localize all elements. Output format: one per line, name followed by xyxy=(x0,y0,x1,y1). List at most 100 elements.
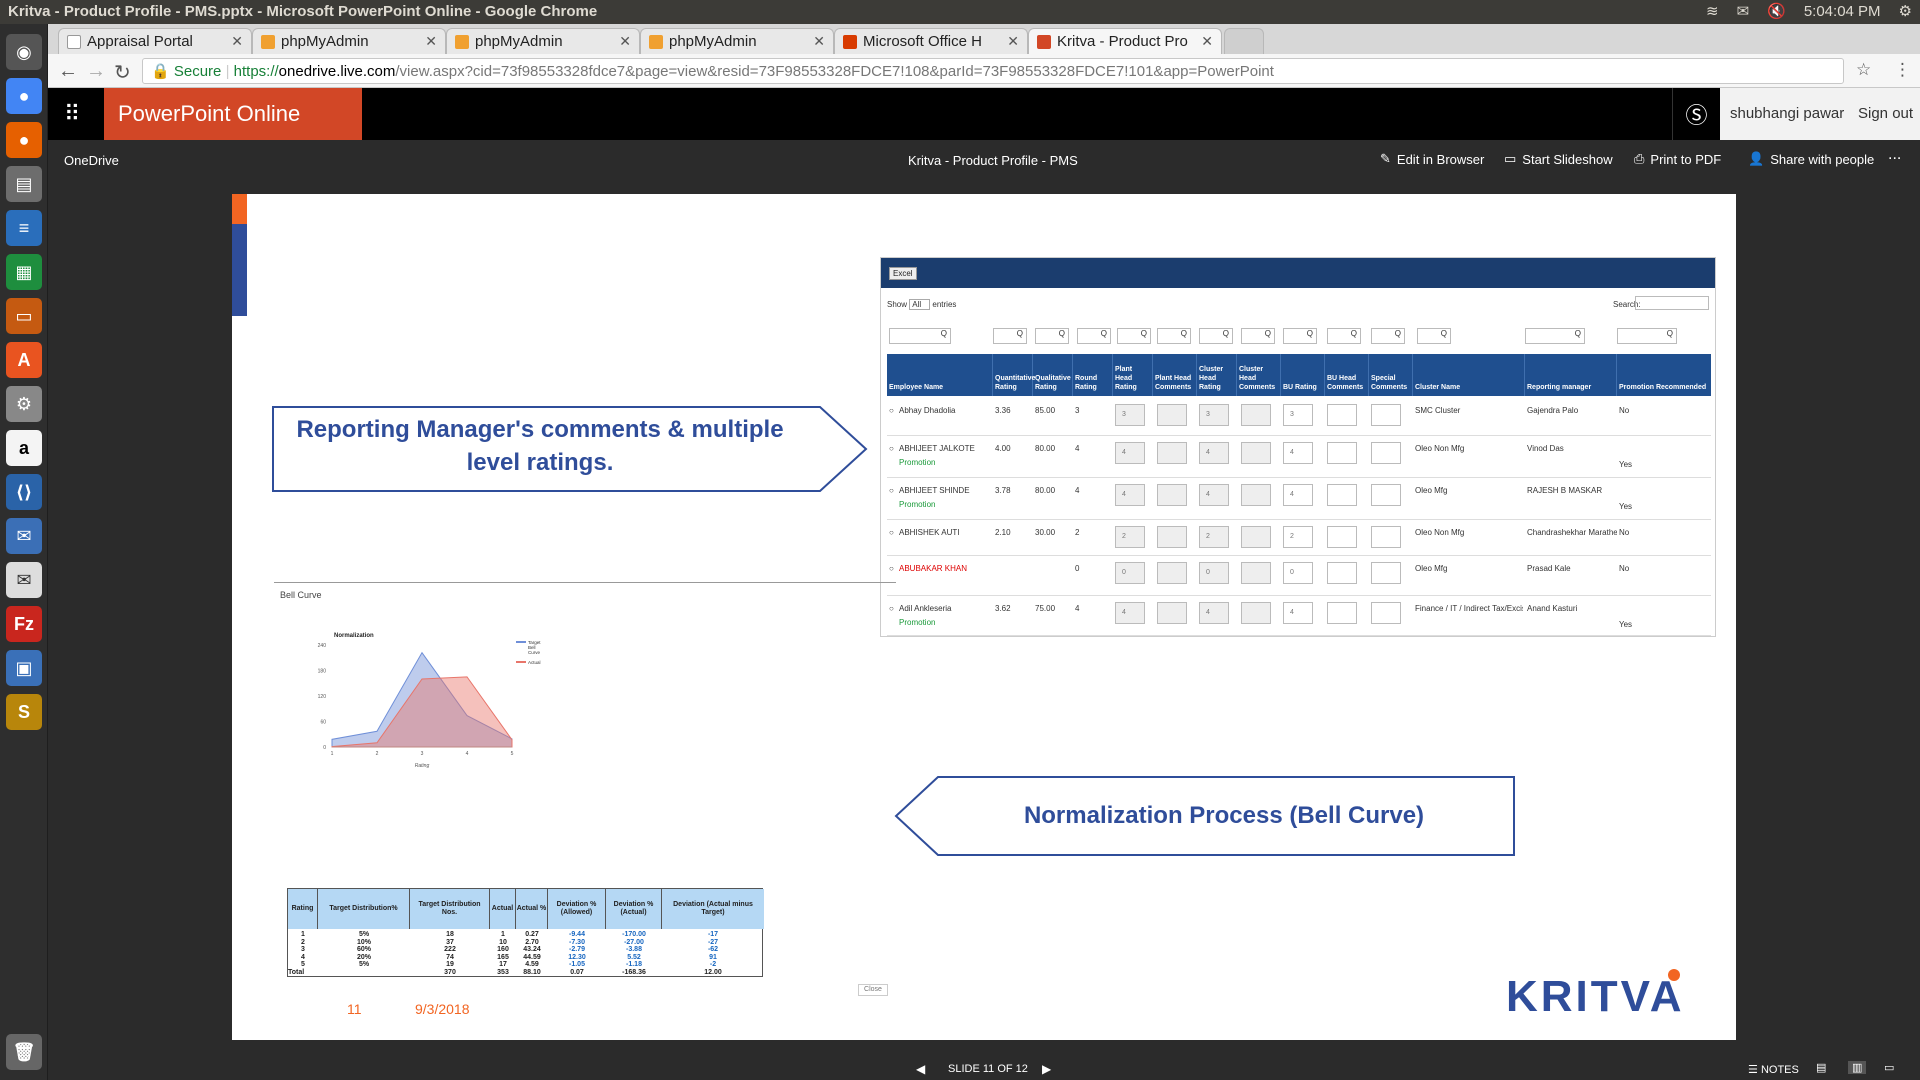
calc-icon[interactable]: ▦ xyxy=(6,254,42,290)
rating-input[interactable] xyxy=(1241,484,1271,506)
rating-input[interactable] xyxy=(1241,404,1271,426)
volume-muted-icon[interactable]: 🔇 xyxy=(1767,2,1786,20)
rating-input[interactable]: 3 xyxy=(1283,404,1313,426)
filter-input[interactable]: Q xyxy=(1241,328,1275,344)
start-slideshow-button[interactable]: ▭ Start Slideshow xyxy=(1504,151,1613,167)
tab-phpmyadmin-3[interactable]: phpMyAdmin ✕ xyxy=(640,28,834,54)
rating-input[interactable]: 4 xyxy=(1115,442,1145,464)
col-header[interactable]: Plant Head Rating xyxy=(1113,354,1153,396)
rating-input[interactable]: 4 xyxy=(1283,442,1313,464)
col-header[interactable]: Promotion Recommended xyxy=(1617,354,1711,396)
rating-input[interactable]: 4 xyxy=(1199,602,1229,624)
notes-button[interactable]: ☰ NOTES xyxy=(1748,1063,1799,1076)
bookmark-star-icon[interactable]: ☆ xyxy=(1856,60,1871,80)
slideshow-view-icon[interactable]: ▭ xyxy=(1884,1061,1894,1074)
rating-input[interactable]: 2 xyxy=(1283,526,1313,548)
rating-input[interactable] xyxy=(1241,526,1271,548)
rating-input[interactable] xyxy=(1371,602,1401,624)
vscode-icon[interactable]: ⟨⟩ xyxy=(6,474,42,510)
col-header[interactable]: Quantitative Rating xyxy=(993,354,1035,396)
tab-kritva-product-profile[interactable]: Kritva - Product Pro ✕ xyxy=(1028,28,1222,54)
amazon-icon[interactable]: a xyxy=(6,430,42,466)
filezilla-icon[interactable]: Fz xyxy=(6,606,42,642)
ubuntu-dash-icon[interactable]: ◉ xyxy=(6,34,42,70)
rating-input[interactable]: 0 xyxy=(1283,562,1313,584)
rating-input[interactable] xyxy=(1241,602,1271,624)
rating-input[interactable]: 4 xyxy=(1199,442,1229,464)
row-select-radio[interactable]: ○ xyxy=(889,406,894,415)
user-name[interactable]: shubhangi pawar xyxy=(1730,105,1844,122)
rating-input[interactable] xyxy=(1157,562,1187,584)
firefox-icon[interactable]: ● xyxy=(6,122,42,158)
col-header[interactable]: Employee Name xyxy=(887,354,993,396)
entries-select[interactable]: All xyxy=(909,299,931,310)
filter-input[interactable]: Q xyxy=(889,328,951,344)
col-header[interactable]: BU Head Comments xyxy=(1325,354,1369,396)
rating-input[interactable] xyxy=(1327,526,1357,548)
rating-input[interactable]: 4 xyxy=(1283,602,1313,624)
wifi-icon[interactable]: ≋ xyxy=(1706,2,1719,20)
sign-out-link[interactable]: Sign out xyxy=(1858,105,1913,122)
rating-input[interactable] xyxy=(1157,404,1187,426)
writer-icon[interactable]: ≡ xyxy=(6,210,42,246)
software-center-icon[interactable]: A xyxy=(6,342,42,378)
rating-input[interactable]: 4 xyxy=(1199,484,1229,506)
system-settings-icon[interactable]: ⚙ xyxy=(6,386,42,422)
filter-input[interactable]: Q xyxy=(1617,328,1677,344)
rating-input[interactable] xyxy=(1371,526,1401,548)
rating-input[interactable] xyxy=(1371,562,1401,584)
col-header[interactable]: Cluster Head Comments xyxy=(1237,354,1281,396)
more-options-button[interactable]: ... xyxy=(1888,146,1901,164)
normal-view-icon[interactable]: ▤ xyxy=(1816,1061,1826,1074)
rating-input[interactable]: 4 xyxy=(1115,602,1145,624)
rating-input[interactable] xyxy=(1157,526,1187,548)
reload-icon[interactable]: ↻ xyxy=(114,60,131,85)
url-input[interactable]: 🔒 Secure | https://onedrive.live.com/vie… xyxy=(142,58,1844,84)
reading-view-icon[interactable]: ▥ xyxy=(1848,1061,1867,1074)
tab-microsoft-office[interactable]: Microsoft Office H ✕ xyxy=(834,28,1028,54)
col-header[interactable]: Plant Head Comments xyxy=(1153,354,1197,396)
filter-input[interactable]: Q xyxy=(1035,328,1069,344)
sublime-icon[interactable]: S xyxy=(6,694,42,730)
rating-input[interactable]: 2 xyxy=(1115,526,1145,548)
tab-close-icon[interactable]: ✕ xyxy=(231,33,243,50)
rating-input[interactable] xyxy=(1157,442,1187,464)
close-button[interactable]: Close xyxy=(858,984,888,996)
remote-desktop-icon[interactable]: ▣ xyxy=(6,650,42,686)
edit-in-browser-button[interactable]: ✎ Edit in Browser xyxy=(1380,151,1484,167)
rating-input[interactable]: 4 xyxy=(1283,484,1313,506)
table-search-input[interactable] xyxy=(1635,296,1709,310)
rating-input[interactable] xyxy=(1327,404,1357,426)
tab-close-icon[interactable]: ✕ xyxy=(619,33,631,50)
rating-input[interactable]: 2 xyxy=(1199,526,1229,548)
col-header[interactable]: Round Rating xyxy=(1073,354,1113,396)
col-header[interactable]: Qualitative Rating xyxy=(1033,354,1073,396)
filter-input[interactable]: Q xyxy=(1327,328,1361,344)
rating-input[interactable] xyxy=(1327,484,1357,506)
tab-close-icon[interactable]: ✕ xyxy=(425,33,437,50)
rating-input[interactable]: 0 xyxy=(1115,562,1145,584)
rating-input[interactable] xyxy=(1327,442,1357,464)
tab-phpmyadmin-2[interactable]: phpMyAdmin ✕ xyxy=(446,28,640,54)
filter-input[interactable]: Q xyxy=(1199,328,1233,344)
next-slide-icon[interactable]: ▶ xyxy=(1042,1062,1051,1076)
chrome-icon[interactable]: ● xyxy=(6,78,42,114)
rating-input[interactable]: 0 xyxy=(1199,562,1229,584)
filter-input[interactable]: Q xyxy=(1283,328,1317,344)
filter-input[interactable]: Q xyxy=(1371,328,1405,344)
rating-input[interactable] xyxy=(1241,562,1271,584)
filter-input[interactable]: Q xyxy=(1417,328,1451,344)
impress-icon[interactable]: ▭ xyxy=(6,298,42,334)
col-header[interactable]: BU Rating xyxy=(1281,354,1325,396)
filter-input[interactable]: Q xyxy=(1117,328,1151,344)
skype-icon[interactable]: Ⓢ xyxy=(1672,88,1720,140)
rating-input[interactable]: 3 xyxy=(1199,404,1229,426)
app-name[interactable]: PowerPoint Online xyxy=(104,88,362,140)
app-launcher-waffle-icon[interactable]: ⠿ xyxy=(48,88,96,140)
prev-slide-icon[interactable]: ◀ xyxy=(916,1062,925,1076)
files-icon[interactable]: ▤ xyxy=(6,166,42,202)
back-arrow-icon[interactable]: ← xyxy=(58,60,78,83)
rating-input[interactable] xyxy=(1157,484,1187,506)
rating-input[interactable]: 3 xyxy=(1115,404,1145,426)
forward-arrow-icon[interactable]: → xyxy=(86,60,106,83)
